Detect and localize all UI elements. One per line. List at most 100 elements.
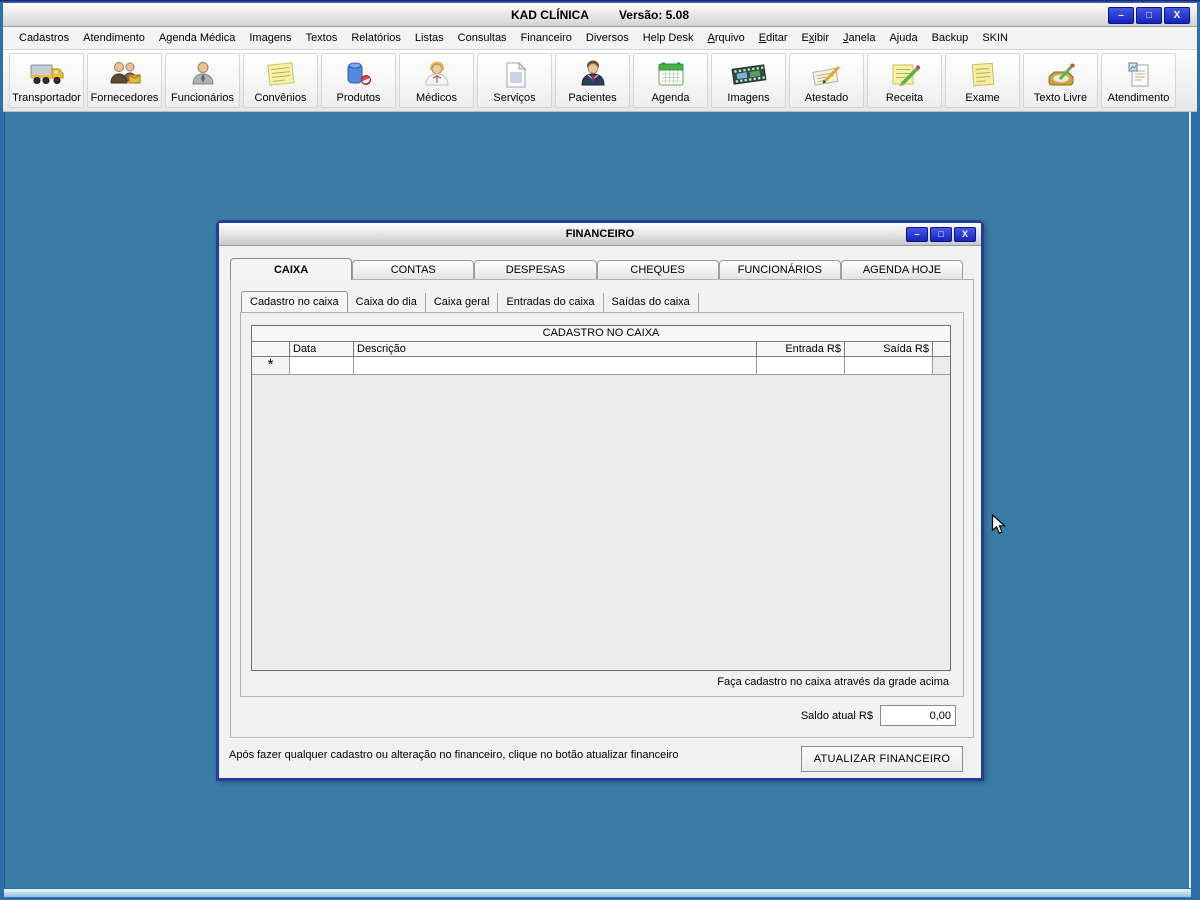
new-row-marker[interactable]: * [252,357,290,374]
toolbar-button-pacientes[interactable]: Pacientes [555,53,630,108]
toolbar-button-label: Fornecedores [91,92,159,104]
toolbar-button-label: Receita [886,92,923,104]
minimize-button[interactable]: – [906,227,928,242]
grid-col-entrada-r: Entrada R$ [757,342,845,356]
menu-item-exibir[interactable]: Exibir [795,32,837,44]
tab-despesas[interactable]: DESPESAS [474,260,596,280]
toolbar-button-funcionarios[interactable]: Funcionários [165,53,240,108]
maximize-button[interactable]: □ [1136,7,1162,24]
grid-col-data: Data [290,342,354,356]
grid-cell-descricao[interactable] [354,357,757,374]
toolbar-button-imagens[interactable]: Imagens [711,53,786,108]
close-button[interactable]: X [1164,7,1190,24]
toolbar-button-convenios[interactable]: Convênios [243,53,318,108]
grid-col-saida-r: Saída R$ [845,342,933,356]
toolbar-button-servicos[interactable]: Serviços [477,53,552,108]
tab-funcionarios[interactable]: FUNCIONÁRIOS [719,260,841,280]
dialog-title-bar[interactable]: FINANCEIRO –□X [219,223,981,246]
atualizar-financeiro-button[interactable]: ATUALIZAR FINANCEIRO [801,746,963,772]
tab-caixa[interactable]: CAIXA [230,258,352,280]
toolbar-button-atendimento[interactable]: Atendimento [1101,53,1176,108]
menu-item-consultas[interactable]: Consultas [451,32,514,44]
menu-item-janela[interactable]: Janela [836,32,882,44]
financeiro-dialog: FINANCEIRO –□X CAIXACONTASDESPESASCHEQUE… [216,220,984,781]
grid-cell-filler [933,357,950,374]
toolbar-button-produtos[interactable]: Produtos [321,53,396,108]
title-bar: KAD CLÍNICA Versão: 5.08 –□X [3,3,1197,27]
menu-item-help-desk[interactable]: Help Desk [636,32,701,44]
toolbar-button-atestado[interactable]: Atestado [789,53,864,108]
note-pencil-icon [885,58,925,92]
dialog-title: FINANCEIRO [566,228,634,240]
menu-item-editar[interactable]: Editar [752,32,795,44]
subtab-caixa-do-dia[interactable]: Caixa do dia [348,293,426,312]
menu-item-backup[interactable]: Backup [925,32,976,44]
menu-item-listas[interactable]: Listas [408,32,451,44]
toolbar-button-transportador[interactable]: Transportador [9,53,84,108]
calendar-icon [651,58,691,92]
dialog-controls: –□X [906,227,976,242]
menu-item-financeiro[interactable]: Financeiro [514,32,579,44]
person-icon [183,58,223,92]
toolbar-button-label: Texto Livre [1034,92,1087,104]
menu-item-atendimento[interactable]: Atendimento [76,32,152,44]
toolbar-button-label: Convênios [255,92,307,104]
menu-item-ajuda[interactable]: Ajuda [882,32,924,44]
menu-item-relatorios[interactable]: Relatórios [344,32,408,44]
saldo-label: Saldo atual R$ [801,710,873,722]
menu-item-textos[interactable]: Textos [299,32,345,44]
grid-cell-data[interactable] [290,357,354,374]
close-button[interactable]: X [954,227,976,242]
jar-icon [339,58,379,92]
lined-note-icon [963,58,1003,92]
toolbar-button-label: Exame [965,92,999,104]
toolbar-button-medicos[interactable]: Médicos [399,53,474,108]
menu-item-skin[interactable]: SKIN [975,32,1015,44]
people-pair-icon [105,58,145,92]
grid-title: CADASTRO NO CAIXA [252,326,950,342]
tab-agenda-hoje[interactable]: AGENDA HOJE [841,260,963,280]
subtab-saidas-do-caixa[interactable]: Saídas do caixa [604,293,699,312]
caixa-tab-page: Cadastro no caixaCaixa do diaCaixa geral… [230,279,974,738]
filmstrip-icon [729,58,769,92]
grid-cell-saida-r[interactable] [845,357,933,374]
toolbar-button-label: Atestado [805,92,848,104]
subtab-entradas-do-caixa[interactable]: Entradas do caixa [498,293,603,312]
menu-item-cadastros[interactable]: Cadastros [12,32,76,44]
subtab-cadastro-no-caixa[interactable]: Cadastro no caixa [241,291,348,312]
menu-item-arquivo[interactable]: Arquivo [700,32,751,44]
toolbar-button-receita[interactable]: Receita [867,53,942,108]
tab-cheques[interactable]: CHEQUES [597,260,719,280]
toolbar-button-agenda[interactable]: Agenda [633,53,708,108]
toolbar-button-texto-livre[interactable]: Texto Livre [1023,53,1098,108]
truck-icon [27,58,67,92]
toolbar-button-fornecedores[interactable]: Fornecedores [87,53,162,108]
tab-contas[interactable]: CONTAS [352,260,474,280]
menu-item-imagens[interactable]: Imagens [242,32,298,44]
footer-note: Após fazer qualquer cadastro ou alteraçã… [229,749,678,761]
grid-new-row[interactable]: * [252,357,950,375]
grid-cell-entrada-r[interactable] [757,357,845,374]
toolbar-button-label: Imagens [727,92,769,104]
maximize-button[interactable]: □ [930,227,952,242]
caixa-grid[interactable]: CADASTRO NO CAIXA DataDescriçãoEntrada R… [251,325,951,671]
app-name: KAD CLÍNICA [511,8,589,22]
dialog-body: CAIXACONTASDESPESASCHEQUESFUNCIONÁRIOSAG… [219,246,981,778]
subtab-caixa-geral[interactable]: Caixa geral [426,293,499,312]
pen-paper-icon [807,58,847,92]
mouse-cursor [991,514,1006,536]
doctor-icon [417,58,457,92]
menu-item-diversos[interactable]: Diversos [579,32,636,44]
window-controls: –□X [1108,7,1190,24]
window-bottom-border [4,889,1191,897]
toolbar-button-exame[interactable]: Exame [945,53,1020,108]
tray-pencil-icon [1041,58,1081,92]
saldo-input[interactable] [880,705,956,726]
menu-bar: CadastrosAtendimentoAgenda MédicaImagens… [3,27,1197,50]
menu-item-agenda-medica[interactable]: Agenda Médica [152,32,242,44]
app-version: Versão: 5.08 [619,8,689,22]
minimize-button[interactable]: – [1108,7,1134,24]
main-tabs: CAIXACONTASDESPESASCHEQUESFUNCIONÁRIOSAG… [230,258,963,280]
grid-col-filler [933,342,950,356]
toolbar-button-label: Pacientes [568,92,616,104]
